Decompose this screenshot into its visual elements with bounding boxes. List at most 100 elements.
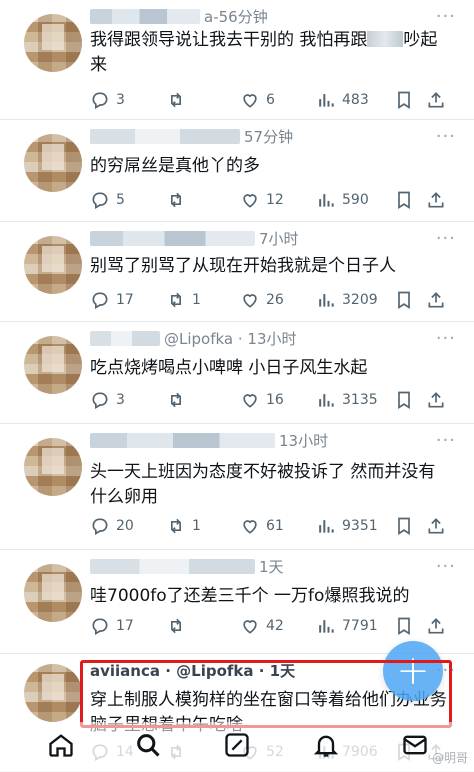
bookmark-icon <box>394 190 414 210</box>
redacted-name <box>90 433 275 448</box>
more-options-icon[interactable]: ··· <box>436 556 456 577</box>
heart-icon <box>240 516 260 536</box>
replies-count: 3 <box>116 392 125 408</box>
retweet-icon <box>166 190 186 210</box>
search-icon <box>137 734 160 757</box>
search-tab[interactable] <box>131 728 165 762</box>
like-button[interactable]: 12 <box>240 188 284 212</box>
views-button[interactable]: 3135 <box>316 388 378 412</box>
bookmark-button[interactable] <box>394 88 414 112</box>
retweet-button[interactable]: 1 <box>166 288 201 312</box>
views-icon <box>316 90 336 110</box>
retweet-button[interactable] <box>166 188 192 212</box>
watermark: @明哥 <box>431 751 468 765</box>
share-button[interactable] <box>426 514 446 538</box>
views-button[interactable]: 483 <box>316 88 369 112</box>
retweet-button[interactable] <box>166 388 192 412</box>
share-button[interactable] <box>426 388 446 412</box>
post-text: 头一天上班因为态度不好被投诉了 然而并没有什么卵用 <box>90 460 450 510</box>
bookmark-button[interactable] <box>394 514 414 538</box>
action-bar: 5 12 590 <box>90 188 454 212</box>
post-handle-time: @Lipofka · 13小时 <box>164 330 297 348</box>
retweets-count: 1 <box>192 292 201 308</box>
reply-button[interactable]: 17 <box>90 614 134 638</box>
retweet-button[interactable]: 1 <box>166 514 201 538</box>
reply-icon <box>90 616 110 636</box>
share-icon <box>426 290 446 310</box>
reply-button[interactable]: 17 <box>90 288 134 312</box>
post-item[interactable]: 1天 ··· 哇7000fo了还差三千个 一万fo爆照我说的 17 42 7791 <box>0 550 474 654</box>
avatar[interactable] <box>24 134 82 192</box>
reply-button[interactable]: 20 <box>90 514 134 538</box>
bookmark-icon <box>394 290 414 310</box>
avatar[interactable] <box>24 236 82 294</box>
post-text-content: 的穷屌丝是真他丫的多 <box>90 156 260 176</box>
reply-button[interactable]: 5 <box>90 188 125 212</box>
retweet-button[interactable] <box>166 88 192 112</box>
views-count: 7791 <box>342 618 378 634</box>
messages-tab[interactable] <box>398 728 432 762</box>
post-text: 吃点烧烤喝点小啤啤 小日子风生水起 <box>90 356 450 381</box>
bookmark-button[interactable] <box>394 188 414 212</box>
like-button[interactable]: 26 <box>240 288 284 312</box>
more-options-icon[interactable]: ··· <box>436 430 456 451</box>
share-button[interactable] <box>426 288 446 312</box>
reply-button[interactable]: 3 <box>90 88 125 112</box>
more-options-icon[interactable]: ··· <box>436 228 456 249</box>
post-item[interactable]: 7小时 ··· 别骂了别骂了从现在开始我就是个日子人 17 1 26 3209 <box>0 222 474 322</box>
post-text: 哇7000fo了还差三千个 一万fo爆照我说的 <box>90 584 450 609</box>
bookmark-button[interactable] <box>394 288 414 312</box>
post-text-content: 别骂了别骂了从现在开始我就是个日子人 <box>90 256 396 276</box>
share-icon <box>426 90 446 110</box>
post-item[interactable]: 57分钟 ··· 的穷屌丝是真他丫的多 5 12 590 <box>0 120 474 222</box>
post-item[interactable]: 13小时 ··· 头一天上班因为态度不好被投诉了 然而并没有什么卵用 20 1 61 935… <box>0 424 474 550</box>
retweets-count: 1 <box>192 518 201 534</box>
views-button[interactable]: 590 <box>316 188 369 212</box>
views-count: 590 <box>342 192 369 208</box>
replies-count: 20 <box>116 518 134 534</box>
compose-tab[interactable] <box>220 728 254 762</box>
post-header: 7小时 <box>90 228 434 252</box>
share-button[interactable] <box>426 88 446 112</box>
post-header: 57分钟 <box>90 126 434 150</box>
more-options-icon[interactable]: ··· <box>436 126 456 147</box>
post-text-content: 哇7000fo了还差三千个 一万fo爆照我说的 <box>90 586 410 606</box>
like-button[interactable]: 6 <box>240 88 275 112</box>
more-options-icon[interactable]: ··· <box>436 6 456 27</box>
redacted-name <box>90 331 160 346</box>
avatar[interactable] <box>24 664 82 722</box>
post-handle-time: a-56分钟 <box>204 8 268 26</box>
avatar[interactable] <box>24 438 82 496</box>
reply-icon <box>90 190 110 210</box>
avatar[interactable] <box>24 564 82 622</box>
compose-fab[interactable]: + <box>383 641 443 701</box>
reply-icon <box>90 390 110 410</box>
like-button[interactable]: 16 <box>240 388 284 412</box>
retweet-button[interactable] <box>166 614 192 638</box>
post-item[interactable]: a-56分钟 ··· 我得跟领导说让我去干别的 我怕再跟 吵起来 3 6 483 <box>0 0 474 120</box>
views-button[interactable]: 7791 <box>316 614 378 638</box>
avatar[interactable] <box>24 14 82 72</box>
views-button[interactable]: 9351 <box>316 514 378 538</box>
share-button[interactable] <box>426 614 446 638</box>
reply-button[interactable]: 3 <box>90 388 125 412</box>
like-button[interactable]: 42 <box>240 614 284 638</box>
replies-count: 3 <box>116 92 125 108</box>
like-button[interactable]: 61 <box>240 514 284 538</box>
bookmark-button[interactable] <box>394 388 414 412</box>
more-options-icon[interactable]: ··· <box>436 328 456 349</box>
action-bar: 17 42 7791 <box>90 614 454 638</box>
post-text-content: 吃点烧烤喝点小啤啤 小日子风生水起 <box>90 358 368 378</box>
home-tab[interactable] <box>44 728 78 762</box>
post-text: 我得跟领导说让我去干别的 我怕再跟 吵起来 <box>90 28 450 78</box>
post-header: a-56分钟 <box>90 6 434 30</box>
share-button[interactable] <box>426 188 446 212</box>
post-item[interactable]: @Lipofka · 13小时 ··· 吃点烧烤喝点小啤啤 小日子风生水起 3 16 31… <box>0 322 474 424</box>
views-count: 3209 <box>342 292 378 308</box>
views-icon <box>316 390 336 410</box>
views-button[interactable]: 3209 <box>316 288 378 312</box>
likes-count: 61 <box>266 518 284 534</box>
bookmark-button[interactable] <box>394 614 414 638</box>
notifications-tab[interactable] <box>309 728 343 762</box>
avatar[interactable] <box>24 336 82 394</box>
